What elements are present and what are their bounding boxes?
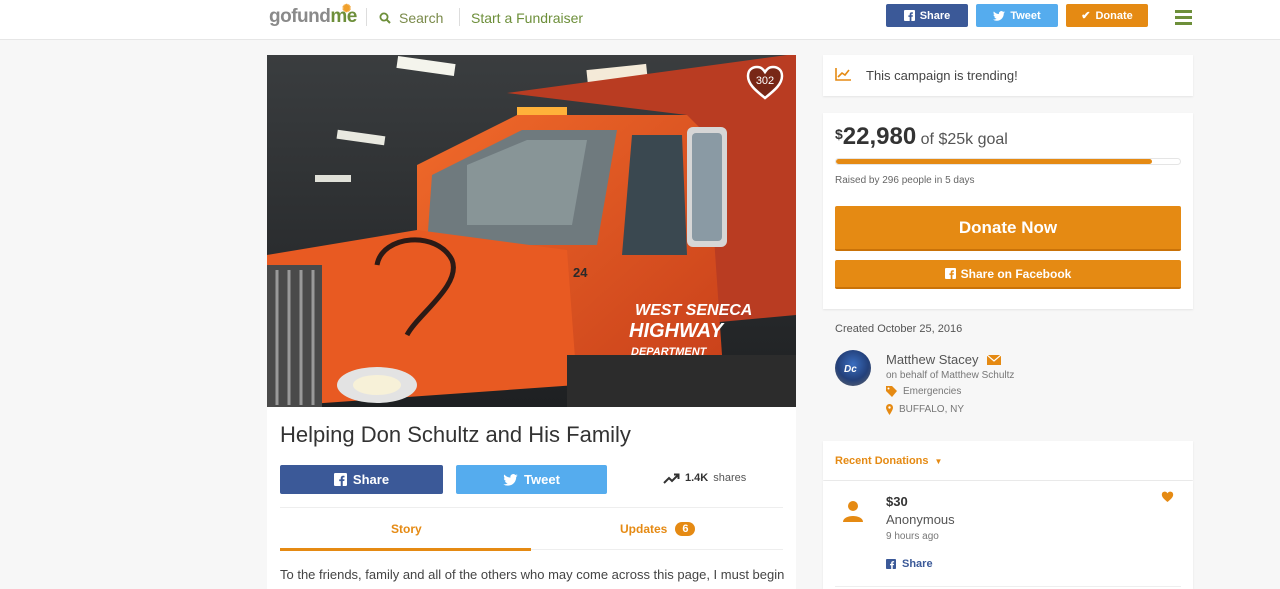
divider — [531, 549, 783, 550]
progress-bar — [835, 158, 1181, 165]
on-behalf-of: on behalf of Matthew Schultz — [886, 370, 1015, 381]
divider — [280, 507, 783, 508]
organizer-avatar[interactable]: Dc — [835, 350, 871, 386]
campaign-title: Helping Don Schultz and His Family — [280, 422, 631, 447]
search-link[interactable]: Search — [379, 10, 443, 26]
share-on-facebook-button[interactable]: Share on Facebook — [835, 260, 1181, 289]
tab-updates[interactable]: Updates 6 — [620, 522, 696, 536]
donation-share-link[interactable]: Share — [886, 558, 933, 570]
tag-icon — [886, 386, 897, 397]
location: BUFFALO, NY — [886, 404, 964, 415]
gofundme-logo[interactable]: gofundme ✺ — [269, 3, 357, 28]
trending-up-icon — [663, 473, 680, 484]
header-share-button[interactable]: Share — [886, 4, 968, 27]
svg-text:24: 24 — [573, 265, 588, 280]
story-text: To the friends, family and all of the ot… — [280, 567, 785, 582]
facebook-icon — [903, 10, 915, 21]
sun-icon: ✺ — [342, 3, 351, 15]
donate-now-button[interactable]: Donate Now — [835, 206, 1181, 251]
top-header: gofundme ✺ Search Start a Fundraiser Sha… — [0, 0, 1280, 40]
favorite-heart-button[interactable]: 302 — [746, 65, 784, 101]
search-icon — [379, 12, 391, 24]
active-tab-indicator — [280, 548, 531, 551]
raised-by-text: Raised by 296 people in 5 days — [835, 175, 975, 186]
heart-icon[interactable] — [1161, 491, 1174, 503]
updates-count-badge: 6 — [675, 522, 696, 536]
campaign-photo: WEST SENECA HIGHWAY DEPARTMENT 24 302 — [267, 55, 796, 407]
tab-story[interactable]: Story — [391, 522, 422, 536]
facebook-icon — [886, 559, 896, 569]
campaign-card: WEST SENECA HIGHWAY DEPARTMENT 24 302 He… — [267, 55, 796, 589]
svg-text:WEST SENECA: WEST SENECA — [635, 302, 752, 319]
twitter-icon — [503, 473, 518, 486]
facebook-icon — [333, 473, 347, 486]
header-tweet-button[interactable]: Tweet — [976, 4, 1058, 27]
envelope-icon[interactable] — [986, 354, 1001, 365]
checkmark-icon: ✔ — [1081, 10, 1091, 22]
donation-time: 9 hours ago — [886, 531, 939, 542]
heart-count: 302 — [755, 75, 775, 87]
facebook-icon — [944, 268, 956, 279]
created-date: Created October 25, 2016 — [835, 323, 963, 335]
start-fundraiser-link[interactable]: Start a Fundraiser — [471, 10, 583, 26]
recent-donations-header[interactable]: Recent Donations ▼ — [823, 441, 1193, 480]
trending-text: This campaign is trending! — [866, 68, 1018, 83]
organizer-name[interactable]: Matthew Stacey — [886, 352, 1001, 367]
caret-down-icon: ▼ — [934, 456, 943, 466]
donation-summary-card: $22,980 of $25k goal Raised by 296 peopl… — [823, 113, 1193, 309]
donor-name: Anonymous — [886, 512, 955, 527]
progress-fill — [836, 159, 1153, 164]
twitter-icon — [993, 10, 1006, 21]
amount-raised: $22,980 of $25k goal — [835, 123, 1008, 150]
category[interactable]: Emergencies — [886, 386, 961, 397]
trending-card: This campaign is trending! — [823, 55, 1193, 96]
share-button[interactable]: Share — [280, 465, 443, 494]
divider — [366, 8, 367, 26]
map-pin-icon — [886, 404, 893, 415]
shares-count: 1.4K shares — [663, 472, 746, 484]
divider — [459, 8, 460, 26]
menu-icon[interactable] — [1175, 10, 1192, 28]
tweet-button[interactable]: Tweet — [456, 465, 607, 494]
header-donate-button[interactable]: ✔ Donate — [1066, 4, 1148, 27]
donation-item: $30 Anonymous 9 hours ago Share — [823, 481, 1193, 589]
anonymous-user-icon — [837, 495, 869, 527]
chart-icon — [835, 68, 851, 81]
divider — [835, 586, 1181, 587]
svg-text:HIGHWAY: HIGHWAY — [629, 320, 725, 342]
donation-amount: $30 — [886, 494, 908, 509]
